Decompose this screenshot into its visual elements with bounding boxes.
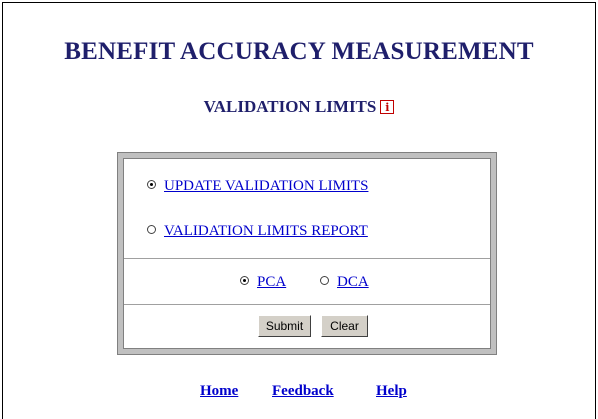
page-subtitle: VALIDATION LIMITS i bbox=[0, 97, 598, 117]
pca-link[interactable]: PCA bbox=[257, 274, 286, 290]
pca-option: PCA bbox=[240, 274, 286, 291]
footer-help-link[interactable]: Help bbox=[376, 383, 407, 400]
footer-home-link[interactable]: Home bbox=[200, 383, 238, 400]
footer-feedback-link[interactable]: Feedback bbox=[272, 383, 334, 400]
options-inner: UPDATE VALIDATION LIMITS VALIDATION LIMI… bbox=[123, 158, 491, 349]
type-options-section: PCA DCA bbox=[124, 259, 490, 305]
buttons-section: Submit Clear bbox=[124, 305, 490, 348]
page-title: BENEFIT ACCURACY MEASUREMENT bbox=[64, 38, 534, 65]
clear-button[interactable]: Clear bbox=[321, 315, 368, 337]
subtitle-text: VALIDATION LIMITS bbox=[203, 97, 377, 116]
info-icon[interactable]: i bbox=[380, 100, 395, 114]
options-panel: UPDATE VALIDATION LIMITS VALIDATION LIMI… bbox=[117, 152, 497, 355]
submit-button[interactable]: Submit bbox=[258, 315, 311, 337]
update-validation-limits-link[interactable]: UPDATE VALIDATION LIMITS bbox=[164, 178, 368, 194]
validation-limits-report-link[interactable]: VALIDATION LIMITS REPORT bbox=[164, 223, 368, 239]
dca-link[interactable]: DCA bbox=[337, 274, 369, 290]
pca-radio[interactable] bbox=[240, 276, 249, 285]
dca-option: DCA bbox=[320, 274, 369, 291]
report-option: VALIDATION LIMITS REPORT bbox=[147, 223, 368, 240]
update-radio[interactable] bbox=[147, 180, 156, 189]
update-option: UPDATE VALIDATION LIMITS bbox=[147, 178, 368, 195]
dca-radio[interactable] bbox=[320, 276, 329, 285]
action-options-section: UPDATE VALIDATION LIMITS VALIDATION LIMI… bbox=[124, 159, 490, 259]
report-radio[interactable] bbox=[147, 225, 156, 234]
